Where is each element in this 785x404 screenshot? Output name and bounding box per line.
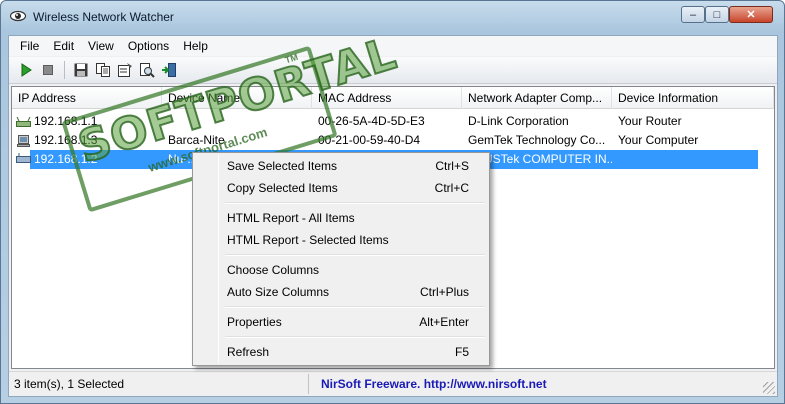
menu-item-shortcut: F5 [454, 345, 469, 359]
mac-address: 00-26-5A-4D-5D-E3 [318, 114, 425, 128]
menu-options[interactable]: Options [121, 36, 176, 56]
exit-icon [162, 63, 176, 77]
status-item-count: 3 item(s), 1 Selected [9, 374, 309, 394]
adapter-company: GemTek Technology Co... [468, 133, 606, 147]
start-icon [21, 63, 32, 77]
device-info [612, 150, 758, 169]
menu-item-shortcut: Ctrl+Plus [419, 285, 469, 299]
maximize-button[interactable]: □ [705, 6, 729, 23]
menu-item-properties[interactable]: Properties Alt+Enter [195, 311, 487, 333]
close-button[interactable]: ✕ [729, 6, 773, 23]
menu-item-label: Properties [227, 315, 282, 329]
column-header-mac[interactable]: MAC Address [312, 87, 462, 109]
menu-item-label: Copy Selected Items [227, 181, 338, 195]
menu-help[interactable]: Help [176, 36, 215, 56]
cell-ip: 192.168.1.1 [12, 112, 162, 131]
column-header-device-name[interactable]: Device Name [162, 87, 312, 109]
properties-button[interactable] [114, 59, 136, 81]
table-row[interactable]: 192.168.1.3 Barca-Nite 00-21-00-59-40-D4… [12, 131, 774, 150]
menu-separator [195, 303, 487, 311]
menu-item-choose-columns[interactable]: Choose Columns [195, 259, 487, 281]
column-header-ip[interactable]: IP Address [12, 87, 162, 109]
ip-address: 192.168.1.2 [34, 152, 98, 166]
list-header: IP Address Device Name MAC Address Netwo… [12, 87, 774, 109]
menu-item-copy-selected[interactable]: Copy Selected Items Ctrl+C [195, 177, 487, 199]
menu-view[interactable]: View [81, 36, 121, 56]
device-name [162, 112, 312, 131]
minimize-button[interactable]: – [681, 6, 705, 23]
menu-item-save-selected[interactable]: Save Selected Items Ctrl+S [195, 155, 487, 177]
menu-file[interactable]: File [13, 36, 46, 56]
menu-item-label: Auto Size Columns [227, 285, 330, 299]
stop-button[interactable] [37, 59, 59, 81]
toolbar [9, 57, 777, 84]
menu-separator [195, 333, 487, 341]
menu-item-label: Save Selected Items [227, 159, 338, 173]
ip-address: 192.168.1.3 [34, 133, 98, 147]
device-info: Your Computer [618, 133, 699, 147]
column-header-info[interactable]: Device Information [612, 87, 774, 109]
device-info: Your Router [618, 114, 682, 128]
properties-icon [118, 63, 132, 77]
menu-separator [195, 199, 487, 207]
resize-grip[interactable] [763, 382, 775, 394]
menu-item-refresh[interactable]: Refresh F5 [195, 341, 487, 363]
menu-item-html-report-selected[interactable]: HTML Report - Selected Items [195, 229, 487, 251]
cell-ip: 192.168.1.2 [30, 150, 162, 169]
menu-item-html-report-all[interactable]: HTML Report - All Items [195, 207, 487, 229]
find-button[interactable] [136, 59, 158, 81]
menu-separator [195, 251, 487, 259]
copy-button[interactable] [92, 59, 114, 81]
menu-item-label: HTML Report - All Items [227, 211, 355, 225]
menu-item-shortcut: Ctrl+S [435, 159, 469, 173]
mac-address: 00-21-00-59-40-D4 [318, 133, 421, 147]
title-bar[interactable]: Wireless Network Watcher – □ ✕ [1, 1, 784, 31]
copy-icon [96, 63, 110, 77]
exit-button[interactable] [158, 59, 180, 81]
eye-icon [10, 10, 26, 22]
column-header-adapter[interactable]: Network Adapter Comp... [462, 87, 612, 109]
status-credit-link[interactable]: NirSoft Freeware. http://www.nirsoft.net [309, 377, 547, 391]
menu-edit[interactable]: Edit [46, 36, 81, 56]
status-bar: 3 item(s), 1 Selected NirSoft Freeware. … [9, 371, 777, 396]
computer-icon [17, 134, 30, 147]
menu-bar: File Edit View Options Help [9, 36, 777, 56]
menu-item-auto-size-columns[interactable]: Auto Size Columns Ctrl+Plus [195, 281, 487, 303]
ip-address: 192.168.1.1 [34, 114, 98, 128]
device-name: Barca-Nite [168, 133, 225, 147]
router-icon [16, 116, 31, 127]
menu-item-shortcut: Ctrl+C [434, 181, 469, 195]
toolbar-separator [64, 61, 65, 79]
stop-icon [43, 65, 53, 75]
menu-item-shortcut: Alt+Enter [419, 315, 469, 329]
cell-ip: 192.168.1.3 [12, 131, 162, 150]
device-icon [16, 153, 31, 163]
start-button[interactable] [15, 59, 37, 81]
table-row[interactable]: 192.168.1.1 00-26-5A-4D-5D-E3 D-Link Cor… [12, 112, 774, 131]
adapter-company: D-Link Corporation [468, 114, 569, 128]
window-title: Wireless Network Watcher [33, 10, 174, 24]
find-icon [140, 63, 155, 78]
save-button[interactable] [70, 59, 92, 81]
context-menu: Save Selected Items Ctrl+S Copy Selected… [192, 152, 490, 366]
menu-item-label: HTML Report - Selected Items [227, 233, 389, 247]
menu-item-label: Choose Columns [227, 263, 320, 277]
menu-item-label: Refresh [227, 345, 270, 359]
save-icon [74, 63, 88, 77]
